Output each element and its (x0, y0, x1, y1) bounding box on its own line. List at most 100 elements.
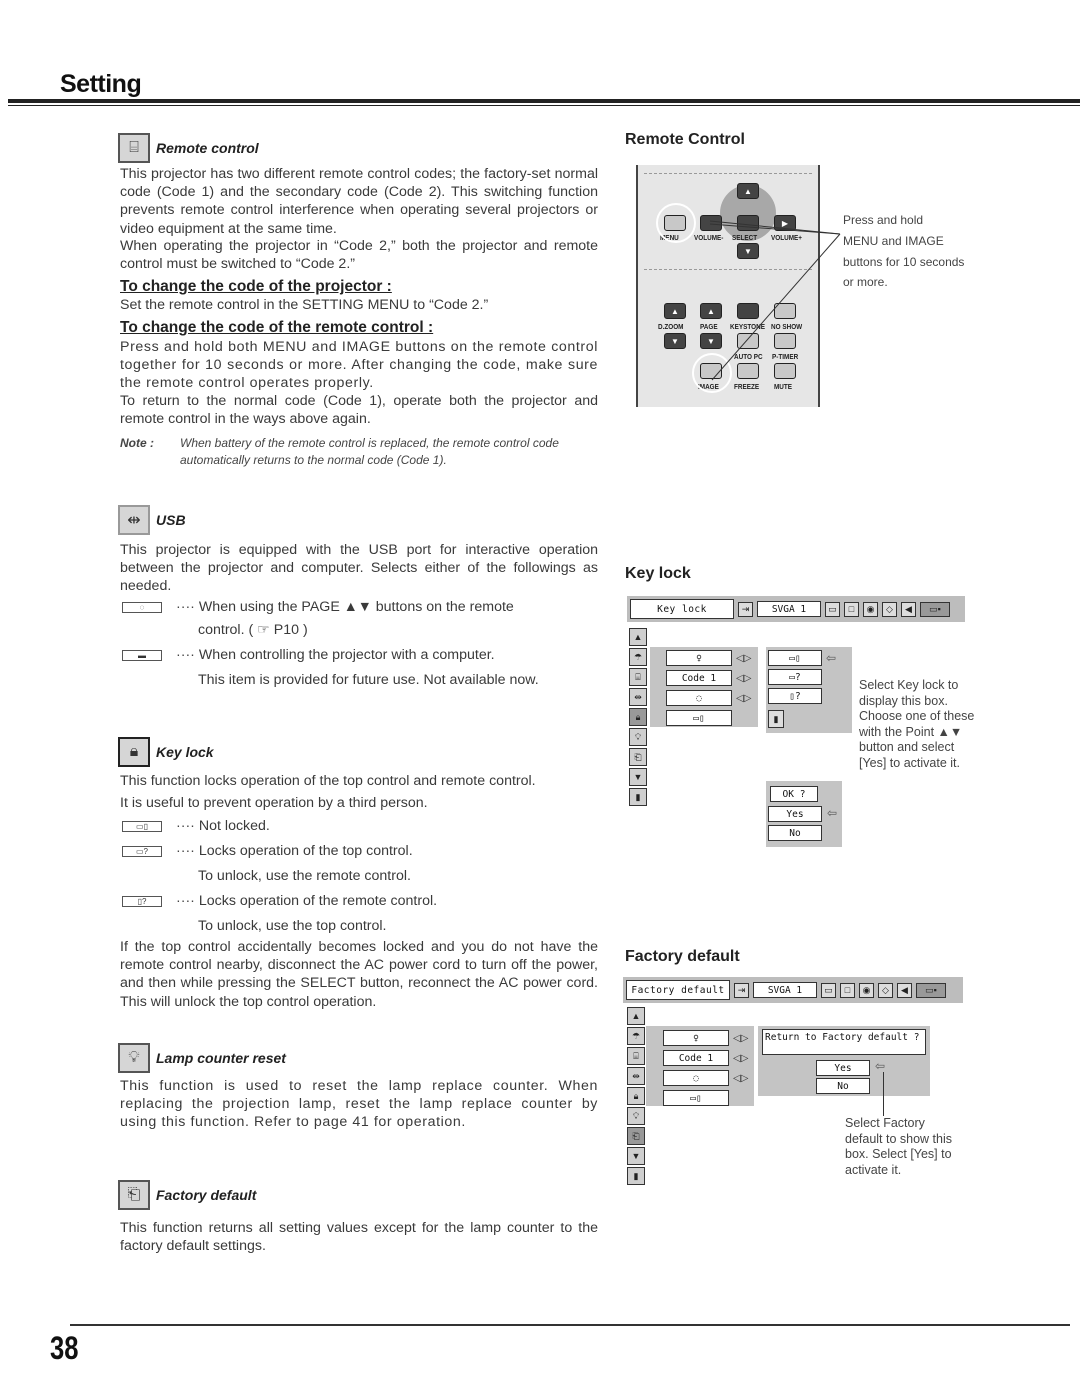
section-title: USB (156, 512, 186, 528)
lamp-mode-icon[interactable]: ☂ (627, 1027, 645, 1045)
factory-default-icon[interactable]: ⎗ (629, 748, 647, 766)
callout-line (883, 1072, 884, 1116)
scroll-down-icon[interactable]: ▼ (629, 768, 647, 786)
left-right-arrows-icon[interactable]: ◁▷ (733, 1033, 748, 1044)
option-text: Not locked. (198, 818, 270, 834)
left-right-arrows-icon[interactable]: ◁▷ (733, 1073, 748, 1084)
lamp-mode-field[interactable]: ♀ (666, 650, 732, 666)
no-button[interactable]: No (768, 825, 822, 841)
key-lock-section-head: 🔒︎ Key lock (118, 737, 214, 767)
projector-code-heading: To change the code of the projector : (120, 278, 392, 295)
image-adjust-icon[interactable]: ◉ (863, 601, 878, 617)
factory-default-heading: Factory default (625, 948, 740, 965)
mouse-icon: ◌ (122, 601, 162, 613)
left-right-arrows-icon[interactable]: ◁▷ (733, 1053, 748, 1064)
header-rule (8, 99, 1080, 103)
input-icon[interactable]: ⇥ (734, 982, 749, 998)
exit-icon[interactable]: ▮ (629, 788, 647, 806)
osd-menu-title: Factory default (626, 980, 730, 1000)
key-lock-heading: Key lock (625, 565, 691, 582)
factory-default-icon[interactable]: ⎗ (627, 1127, 645, 1145)
remote-control-icon[interactable]: ⌸ (627, 1047, 645, 1065)
option-text-cont: To unlock, use the top control. (198, 918, 387, 934)
up-button[interactable]: ▲ (737, 183, 759, 199)
left-right-arrows-icon[interactable]: ◁▷ (736, 673, 751, 684)
lamp-icon: 💡︎ (118, 1043, 150, 1073)
section-title: Factory default (156, 1187, 257, 1203)
factory-confirm-question: Return to Factory default ? (762, 1029, 926, 1055)
image-select-icon[interactable]: ◇ (878, 982, 893, 998)
selection-arrow-icon: ⇦ (827, 806, 838, 820)
usb-icon[interactable]: ⇹ (627, 1067, 645, 1085)
setting-icon[interactable]: ▭▪ (920, 601, 950, 617)
left-right-arrows-icon[interactable]: ◁▷ (736, 693, 751, 704)
option-text-cont: To unlock, use the remote control. (198, 868, 411, 884)
usb-section-head: ⇹ USB (118, 505, 186, 535)
osd-menu-bar: Factory default ⇥ SVGA 1 ▭ □ ◉ ◇ ◀ ▭▪ (623, 977, 963, 1003)
osd-side-menu: ▲ ☂ ⌸ ⇹ 🔒︎ 💡︎ ⎗ ▼ ▮ (629, 628, 649, 806)
projector-icon: ▬ (122, 649, 162, 661)
remote-code-field[interactable]: Code 1 (666, 670, 732, 686)
page-number: 38 (50, 1330, 79, 1366)
screen-icon[interactable]: □ (844, 601, 859, 617)
key-lock-option-top: ▭? ···· Locks operation of the top contr… (122, 843, 413, 859)
page-title: Setting (60, 70, 142, 98)
remote-caption: Press and hold MENU and IMAGE buttons fo… (843, 213, 965, 290)
scroll-up-icon[interactable]: ▲ (629, 628, 647, 646)
option-lock-remote[interactable]: ▯? (768, 688, 822, 704)
remote-control-icon[interactable]: ⌸ (629, 668, 647, 686)
factory-text: This function returns all setting values… (120, 1220, 598, 1255)
scroll-down-icon[interactable]: ▼ (627, 1147, 645, 1165)
option-text: When controlling the projector with a co… (198, 647, 495, 663)
lamp-icon[interactable]: 💡︎ (627, 1107, 645, 1125)
key-lock-field[interactable]: ▭▯ (666, 710, 732, 726)
projector-code-text: Set the remote control in the SETTING ME… (120, 297, 489, 313)
remote-control-intro: This projector has two different remote … (120, 166, 598, 237)
screen-icon[interactable]: □ (840, 982, 855, 998)
option-text: When using the PAGE ▲▼ buttons on the re… (198, 599, 514, 615)
option-not-locked[interactable]: ▭▯ (768, 650, 822, 666)
image-select-icon[interactable]: ◇ (882, 601, 897, 617)
note-label: Note : (120, 436, 154, 450)
usb-mode-field[interactable]: ◌ (663, 1070, 729, 1086)
lamp-section-head: 💡︎ Lamp counter reset (118, 1043, 286, 1073)
yes-button[interactable]: Yes (768, 806, 822, 822)
option-lock-top[interactable]: ▭? (768, 669, 822, 685)
lamp-text: This function is used to reset the lamp … (120, 1078, 598, 1131)
lamp-mode-icon[interactable]: ☂ (629, 648, 647, 666)
footer-rule (70, 1324, 1070, 1326)
usb-text: This projector is equipped with the USB … (120, 542, 598, 595)
confirm-question: OK ? (770, 786, 818, 802)
lamp-icon[interactable]: 💡︎ (629, 728, 647, 746)
usb-option-mouse: ◌ ···· When using the PAGE ▲▼ buttons on… (122, 599, 514, 615)
usb-mode-field[interactable]: ◌ (666, 690, 732, 706)
yes-button[interactable]: Yes (816, 1060, 870, 1076)
sound-icon[interactable]: ◀ (901, 601, 916, 617)
pc-adjust-icon[interactable]: ▭ (821, 982, 836, 998)
exit-icon[interactable]: ▮ (627, 1167, 645, 1185)
no-button[interactable]: No (816, 1078, 870, 1094)
remote-control-section-head: ⌸ Remote control (118, 133, 259, 163)
remote-code-field[interactable]: Code 1 (663, 1050, 729, 1066)
lock-icon[interactable]: 🔒︎ (627, 1087, 645, 1105)
scroll-up-icon[interactable]: ▲ (627, 1007, 645, 1025)
note-text: When battery of the remote control is re… (180, 436, 559, 467)
image-adjust-icon[interactable]: ◉ (859, 982, 874, 998)
exit-icon[interactable]: ▮ (768, 710, 784, 728)
lamp-mode-field[interactable]: ♀ (663, 1030, 729, 1046)
usb-icon[interactable]: ⇹ (629, 688, 647, 706)
pc-adjust-icon[interactable]: ▭ (825, 601, 840, 617)
key-lock-text-1: This function locks operation of the top… (120, 773, 536, 789)
key-lock-option-remote: ▯? ···· Locks operation of the remote co… (122, 893, 437, 909)
setting-icon[interactable]: ▭▪ (916, 982, 946, 998)
key-lock-field[interactable]: ▭▯ (663, 1090, 729, 1106)
remote-control-icon: ⌸ (118, 133, 150, 163)
left-right-arrows-icon[interactable]: ◁▷ (736, 653, 751, 664)
callout-lines (709, 220, 841, 381)
remote-lock-icon: ▯? (122, 895, 162, 907)
sound-icon[interactable]: ◀ (897, 982, 912, 998)
source-field: SVGA 1 (757, 601, 821, 617)
key-lock-unlock-text: If the top control accidentally becomes … (120, 939, 598, 1010)
input-icon[interactable]: ⇥ (738, 601, 753, 617)
lock-icon[interactable]: 🔒︎ (629, 708, 647, 726)
